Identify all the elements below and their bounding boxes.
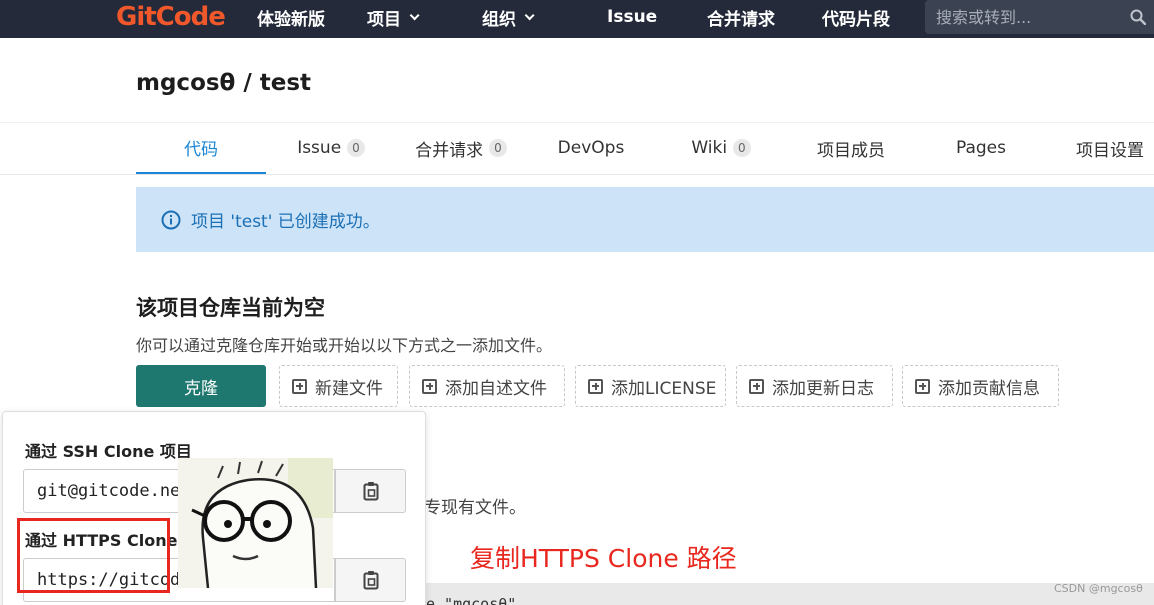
partial-instruction-text: 专现有文件。	[424, 498, 526, 518]
button-label: 新建文件	[315, 378, 383, 399]
tabs-divider	[0, 174, 1154, 175]
watermark: CSDN @mgcosθ	[1054, 582, 1143, 595]
plus-square-icon	[588, 378, 603, 394]
nav-groups[interactable]: 组织	[482, 0, 535, 34]
clone-button[interactable]: 克隆	[136, 365, 266, 407]
nav-snippets[interactable]: 代码片段	[822, 0, 890, 34]
nav-projects[interactable]: 项目	[367, 0, 420, 34]
nav-label: 代码片段	[822, 9, 890, 30]
nav-issue[interactable]: Issue	[607, 0, 657, 34]
add-changelog-button[interactable]: 添加更新日志	[736, 365, 893, 407]
tab-members[interactable]: 项目成员	[786, 122, 916, 174]
nav-label: 项目	[367, 9, 401, 30]
clipboard-icon	[363, 571, 378, 590]
gitcode-logo[interactable]: GitCode	[116, 0, 226, 34]
annotation-text: 复制HTTPS Clone 路径	[470, 544, 737, 573]
count-badge: 0	[733, 139, 751, 157]
tab-code[interactable]: 代码	[136, 122, 266, 174]
chevron-down-icon	[524, 9, 535, 20]
plus-square-icon	[292, 378, 307, 394]
chevron-down-icon	[409, 9, 420, 20]
tab-settings[interactable]: 项目设置	[1046, 122, 1154, 174]
tab-label: Wiki	[691, 138, 728, 158]
tab-wiki[interactable]: Wiki 0	[656, 122, 786, 174]
success-alert: 项目 'test' 已创建成功。	[136, 187, 1154, 252]
tab-label: Pages	[955, 138, 1006, 158]
add-license-button[interactable]: 添加LICENSE	[575, 365, 726, 407]
add-readme-button[interactable]: 添加自述文件	[409, 365, 565, 407]
code-line: e "mgcosθ"	[426, 595, 517, 605]
code-block: e "mgcosθ"	[426, 583, 1154, 605]
highlight-box	[17, 518, 170, 593]
copy-https-button[interactable]	[335, 558, 406, 602]
count-badge: 0	[347, 139, 365, 157]
new-file-button[interactable]: 新建文件	[279, 365, 398, 407]
tab-merge-requests[interactable]: 合并请求 0	[396, 122, 526, 174]
copy-ssh-button[interactable]	[335, 469, 406, 513]
alert-text: 项目 'test' 已创建成功。	[191, 212, 380, 232]
clipboard-icon	[363, 482, 378, 501]
empty-repo-description: 你可以通过克隆仓库开始或开始以以下方式之一添加文件。	[136, 336, 553, 355]
nav-label: 体验新版	[257, 9, 325, 30]
tab-label: 项目成员	[817, 140, 885, 161]
tab-devops[interactable]: DevOps	[526, 122, 656, 174]
top-nav: GitCode 体验新版 项目 组织 Issue 合并请求 代码片段	[0, 0, 1154, 38]
ssh-clone-label: 通过 SSH Clone 项目	[25, 442, 192, 461]
tab-label: 合并请求	[415, 140, 484, 161]
tab-label: 项目设置	[1076, 140, 1144, 161]
nav-merge-requests[interactable]: 合并请求	[707, 0, 775, 34]
info-icon	[161, 210, 181, 229]
button-label: 添加自述文件	[445, 378, 547, 399]
search-icon[interactable]	[1130, 9, 1146, 25]
nav-label: 合并请求	[707, 9, 775, 30]
button-label: 添加贡献信息	[938, 378, 1040, 399]
tab-issue[interactable]: Issue 0	[266, 122, 396, 174]
button-label: 添加LICENSE	[611, 378, 717, 399]
tab-pages[interactable]: Pages	[916, 122, 1046, 174]
add-contributing-button[interactable]: 添加贡献信息	[902, 365, 1059, 407]
nav-label: Issue	[607, 7, 658, 27]
plus-square-icon	[749, 378, 764, 394]
plus-square-icon	[915, 378, 930, 394]
meme-sticker-image	[178, 458, 333, 588]
tab-label: Issue	[297, 138, 342, 158]
tab-label: DevOps	[557, 138, 625, 158]
nav-new-version[interactable]: 体验新版	[257, 0, 325, 34]
nav-label: 组织	[482, 9, 516, 30]
button-label: 添加更新日志	[772, 378, 874, 399]
search-input[interactable]	[925, 7, 1125, 27]
page-title[interactable]: mgcosθ / test	[136, 70, 311, 96]
nav-search	[925, 0, 1154, 34]
count-badge: 0	[489, 139, 507, 157]
empty-repo-title: 该项目仓库当前为空	[136, 296, 325, 320]
tab-label: 代码	[184, 139, 218, 160]
plus-square-icon	[422, 378, 437, 394]
